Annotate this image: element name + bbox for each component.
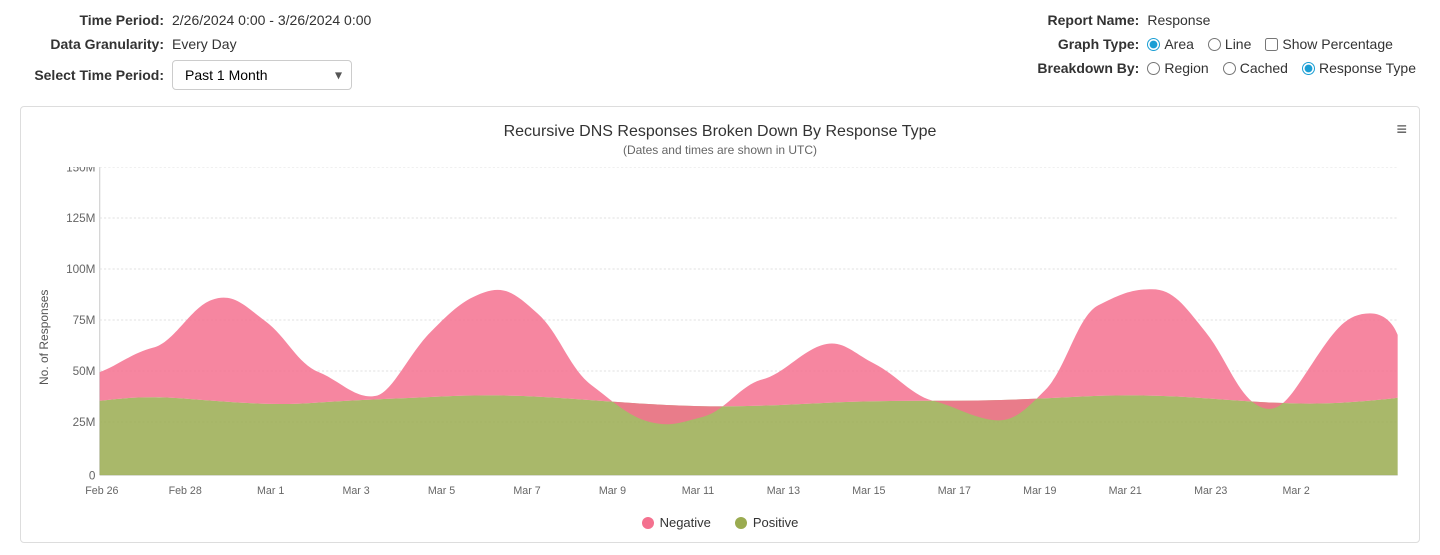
- svg-text:Mar 5: Mar 5: [428, 485, 455, 497]
- svg-text:Mar 9: Mar 9: [599, 485, 626, 497]
- svg-text:Feb 26: Feb 26: [85, 485, 118, 497]
- breakdown-group: Region Cached Response Type: [1147, 60, 1416, 76]
- svg-text:50M: 50M: [73, 365, 96, 378]
- select-time-period-label: Select Time Period:: [24, 67, 164, 83]
- y-axis-label: No. of Responses: [37, 167, 51, 507]
- breakdown-cached-radio[interactable]: [1223, 62, 1236, 75]
- report-name-value: Response: [1147, 12, 1210, 28]
- report-name-label: Report Name:: [999, 12, 1139, 28]
- graph-type-line-radio[interactable]: [1208, 38, 1221, 51]
- chart-container: ≡ Recursive DNS Responses Broken Down By…: [20, 106, 1420, 543]
- svg-text:Mar 13: Mar 13: [767, 485, 800, 497]
- breakdown-response-type-option[interactable]: Response Type: [1302, 60, 1416, 76]
- time-period-select[interactable]: Past 1 Month Past 3 Months Past 6 Months…: [172, 60, 352, 90]
- breakdown-region-label: Region: [1164, 60, 1208, 76]
- svg-text:Mar 2: Mar 2: [1283, 485, 1310, 497]
- data-granularity-label: Data Granularity:: [24, 36, 164, 52]
- svg-text:Mar 23: Mar 23: [1194, 485, 1227, 497]
- time-period-select-wrapper: Past 1 Month Past 3 Months Past 6 Months…: [172, 60, 352, 90]
- chart-area: No. of Responses 0 25M 50M 75M 100M 125M: [37, 167, 1403, 507]
- chart-legend: Negative Positive: [37, 515, 1403, 530]
- breakdown-region-radio[interactable]: [1147, 62, 1160, 75]
- breakdown-region-option[interactable]: Region: [1147, 60, 1208, 76]
- positive-area: [100, 395, 1398, 475]
- hamburger-button[interactable]: ≡: [1396, 119, 1407, 140]
- svg-text:Mar 15: Mar 15: [852, 485, 885, 497]
- chart-inner: 0 25M 50M 75M 100M 125M 150M Feb 26 Feb …: [57, 167, 1403, 507]
- breakdown-cached-option[interactable]: Cached: [1223, 60, 1288, 76]
- breakdown-response-type-radio[interactable]: [1302, 62, 1315, 75]
- svg-text:Mar 11: Mar 11: [682, 485, 714, 497]
- graph-type-area-radio[interactable]: [1147, 38, 1160, 51]
- svg-text:0: 0: [89, 469, 96, 482]
- svg-text:25M: 25M: [73, 416, 96, 429]
- time-period-label: Time Period:: [24, 12, 164, 28]
- svg-text:Mar 7: Mar 7: [513, 485, 540, 497]
- legend-positive: Positive: [735, 515, 799, 530]
- data-granularity-value: Every Day: [172, 36, 237, 52]
- svg-text:Feb 28: Feb 28: [169, 485, 202, 497]
- svg-text:Mar 19: Mar 19: [1023, 485, 1056, 497]
- legend-negative: Negative: [642, 515, 711, 530]
- chart-subtitle: (Dates and times are shown in UTC): [37, 143, 1403, 157]
- legend-positive-label: Positive: [753, 515, 799, 530]
- legend-negative-dot: [642, 517, 654, 529]
- graph-type-line-option[interactable]: Line: [1208, 36, 1251, 52]
- chart-svg: 0 25M 50M 75M 100M 125M 150M Feb 26 Feb …: [57, 167, 1403, 507]
- graph-type-area-option[interactable]: Area: [1147, 36, 1194, 52]
- svg-text:Mar 1: Mar 1: [257, 485, 284, 497]
- graph-type-area-label: Area: [1164, 36, 1194, 52]
- legend-negative-label: Negative: [660, 515, 711, 530]
- svg-text:75M: 75M: [73, 314, 96, 327]
- svg-text:Mar 3: Mar 3: [342, 485, 369, 497]
- show-percentage-checkbox[interactable]: [1265, 38, 1278, 51]
- legend-positive-dot: [735, 517, 747, 529]
- chart-title: Recursive DNS Responses Broken Down By R…: [37, 123, 1403, 141]
- show-percentage-label: Show Percentage: [1282, 36, 1393, 52]
- breakdown-by-label: Breakdown By:: [999, 60, 1139, 76]
- graph-type-line-label: Line: [1225, 36, 1251, 52]
- svg-text:125M: 125M: [66, 212, 95, 225]
- svg-text:Mar 17: Mar 17: [938, 485, 971, 497]
- breakdown-response-type-label: Response Type: [1319, 60, 1416, 76]
- svg-text:Mar 21: Mar 21: [1109, 485, 1142, 497]
- time-period-value: 2/26/2024 0:00 - 3/26/2024 0:00: [172, 12, 371, 28]
- svg-text:100M: 100M: [66, 263, 95, 276]
- svg-text:150M: 150M: [66, 167, 95, 174]
- show-percentage-option[interactable]: Show Percentage: [1265, 36, 1393, 52]
- graph-type-label: Graph Type:: [999, 36, 1139, 52]
- graph-type-group: Area Line Show Percentage: [1147, 36, 1393, 52]
- breakdown-cached-label: Cached: [1240, 60, 1288, 76]
